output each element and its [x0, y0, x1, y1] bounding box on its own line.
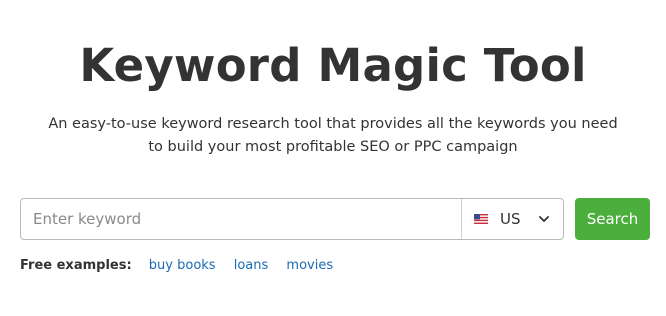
page: Keyword Magic Tool An easy-to-use keywor… [0, 0, 666, 316]
example-link-loans[interactable]: loans [234, 258, 269, 273]
chevron-down-icon [539, 216, 549, 222]
us-flag-icon [474, 214, 488, 224]
example-link-buy-books[interactable]: buy books [149, 258, 216, 273]
free-examples-label: Free examples: [20, 258, 132, 273]
free-examples: Free examples: buy books loans movies [20, 256, 347, 276]
page-subtitle: An easy-to-use keyword research tool tha… [48, 116, 618, 155]
search-row: US Search [20, 198, 650, 240]
page-title: Keyword Magic Tool [79, 39, 587, 92]
search-box: US [20, 198, 564, 240]
search-button[interactable]: Search [575, 198, 650, 240]
example-link-movies[interactable]: movies [286, 258, 333, 273]
country-select[interactable]: US [462, 199, 563, 239]
keyword-input[interactable] [33, 199, 453, 239]
country-code: US [500, 210, 521, 228]
